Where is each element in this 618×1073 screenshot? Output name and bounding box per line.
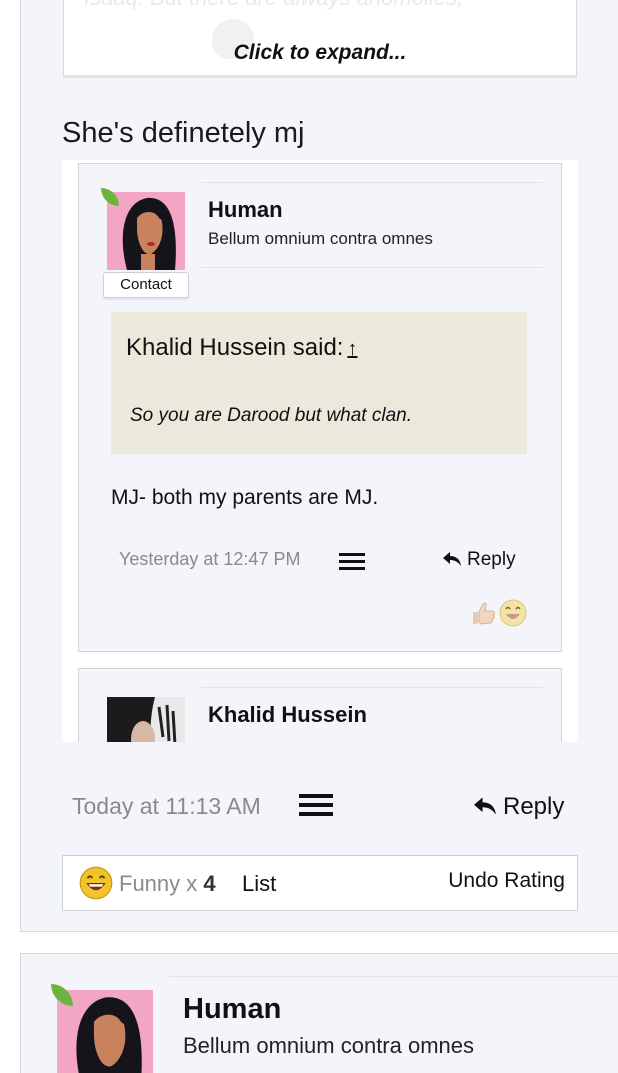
user-title: Bellum omnium contra omnes xyxy=(208,229,433,248)
funny-icon[interactable] xyxy=(499,599,527,627)
username-link[interactable]: Human xyxy=(183,993,281,1026)
rating-multiplier: x xyxy=(186,871,198,896)
reply-label: Reply xyxy=(503,793,565,820)
jump-to-quote-icon[interactable]: ↑ xyxy=(347,338,357,360)
post-timestamp[interactable]: Today at 11:13 AM xyxy=(72,793,261,820)
post-timestamp[interactable]: Yesterday at 12:47 PM xyxy=(119,549,300,570)
quote-text: So you are Darood but what clan. xyxy=(130,405,413,426)
user-info-bar: Human Bellum omnium contra omnes xyxy=(201,182,543,268)
rating-summary: Funny x 4 List Undo Rating xyxy=(62,855,578,911)
avatar[interactable] xyxy=(107,697,185,742)
contact-button[interactable]: Contact xyxy=(103,272,189,298)
user-info-bar: Human Bellum omnium contra omnes xyxy=(169,976,618,1073)
embedded-post-frame[interactable]: Contact Human Bellum omnium contra omnes… xyxy=(62,160,578,742)
online-indicator xyxy=(101,188,119,206)
embedded-post: Khalid Hussein xyxy=(78,668,562,742)
reply-button[interactable]: Reply xyxy=(442,549,516,571)
rating-name: Funny xyxy=(119,871,181,896)
username-link[interactable]: Human xyxy=(208,197,283,223)
rating-list-link[interactable]: List xyxy=(242,871,276,897)
online-indicator xyxy=(51,984,73,1006)
reply-icon xyxy=(474,797,496,815)
reply-button[interactable]: Reply xyxy=(472,793,564,821)
menu-icon[interactable] xyxy=(339,553,365,571)
user-info-bar: Khalid Hussein xyxy=(201,687,543,742)
post-message-text: She's definetely mj xyxy=(62,117,305,149)
quote-author: Khalid Hussein said: xyxy=(126,334,344,361)
funny-icon xyxy=(79,866,113,900)
embedded-post: Contact Human Bellum omnium contra omnes… xyxy=(78,163,562,652)
reply-label: Reply xyxy=(467,549,516,570)
undo-rating-link[interactable]: Undo Rating xyxy=(448,869,565,893)
quote-box: Isaaq. But there are always anomolies, C… xyxy=(63,0,577,78)
like-icon[interactable] xyxy=(469,600,497,626)
rating-count: 4 xyxy=(203,871,216,896)
reply-icon xyxy=(443,552,461,566)
quote-faded-text: Isaaq. But there are always anomolies, xyxy=(84,0,463,11)
quote-attribution: Khalid Hussein said: ↑ xyxy=(126,334,357,362)
click-to-expand-link[interactable]: Click to expand... xyxy=(64,41,576,65)
rating-count-label: Funny x 4 xyxy=(119,871,216,897)
user-title: Bellum omnium contra omnes xyxy=(183,1033,475,1058)
menu-icon[interactable] xyxy=(299,794,333,818)
message-body: MJ- both my parents are MJ. xyxy=(111,486,379,509)
quote-block: Khalid Hussein said: ↑ So you are Darood … xyxy=(111,312,527,454)
username-link[interactable]: Khalid Hussein xyxy=(208,702,367,728)
next-post: Human Bellum omnium contra omnes xyxy=(20,953,618,1073)
